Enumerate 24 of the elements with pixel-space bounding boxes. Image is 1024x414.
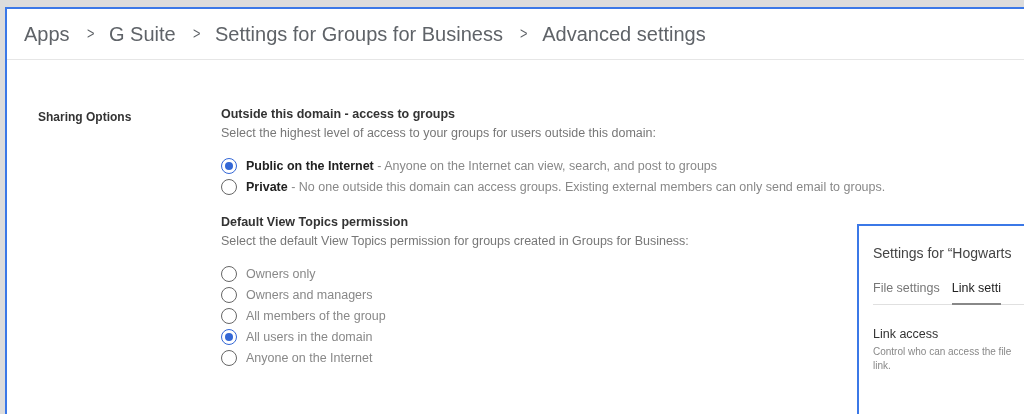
option-label: Public on the Internet - Anyone on the Internet can view, search, and post to groups: [246, 159, 718, 173]
setting-description: Control who can access the file link.: [873, 345, 1013, 373]
group-description: Select the highest level of access to your groups for users outside this domain:: [221, 126, 657, 140]
breadcrumb-separator: >: [86, 25, 94, 43]
option-label: Private - No one outside this domain can access groups. Existing external members can only send email to groups.: [246, 180, 886, 194]
group-title: Default View Topics permission: [221, 215, 410, 229]
group-description: Select the default View Topics permission for groups created in Groups for Business:: [221, 234, 690, 248]
option-label: Anyone on the Internet: [246, 351, 373, 365]
breadcrumb-link[interactable]: Apps: [24, 22, 70, 46]
setting-heading: Link access: [873, 327, 940, 341]
tab[interactable]: Link setti: [951, 281, 1002, 305]
tab[interactable]: File settings: [873, 281, 940, 305]
group-title: Outside this domain - access to groups: [221, 107, 457, 121]
section-label: Sharing Options: [38, 110, 132, 124]
breadcrumb-link[interactable]: Advanced settings: [542, 22, 706, 46]
option-label: Owners and managers: [246, 288, 373, 302]
option-label: Owners only: [246, 267, 316, 281]
dialog-title: Settings for “Hogwarts: [873, 245, 1013, 261]
option-label: All users in the domain: [246, 330, 373, 344]
breadcrumb-separator: >: [192, 25, 201, 43]
breadcrumb-separator: >: [519, 25, 528, 43]
option-label: All members of the group: [246, 309, 386, 323]
breadcrumb-link[interactable]: Settings for Groups for Business: [215, 22, 503, 46]
breadcrumb-link[interactable]: G Suite: [108, 22, 176, 46]
